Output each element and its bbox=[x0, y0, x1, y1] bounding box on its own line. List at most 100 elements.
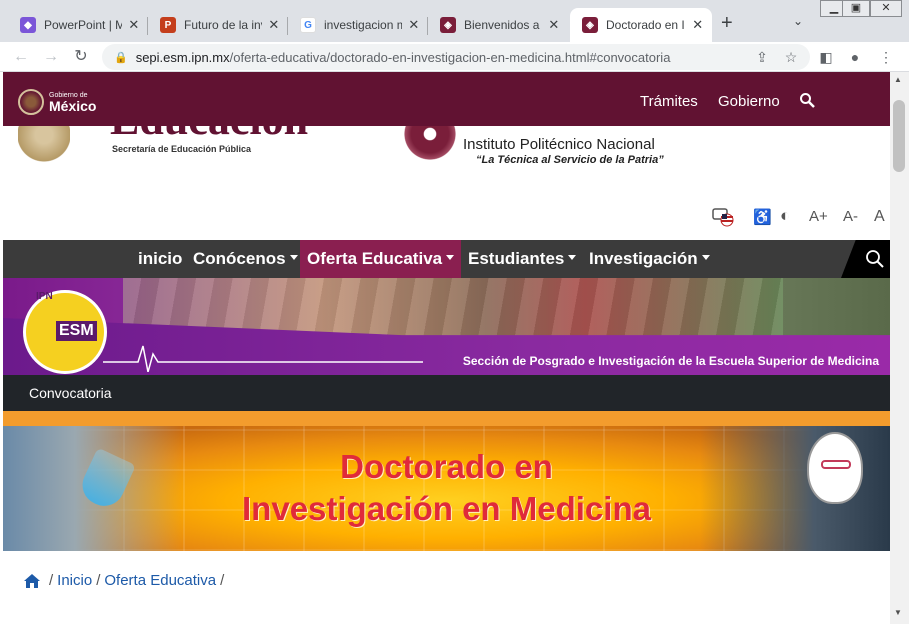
home-icon[interactable] bbox=[23, 573, 41, 589]
scrollbar-thumb[interactable] bbox=[893, 100, 905, 172]
tab-google[interactable]: G investigacion medicina ✕ bbox=[288, 8, 428, 42]
nav-label: Estudiantes bbox=[468, 249, 565, 268]
tab-title: PowerPoint | Microsoft 365 bbox=[44, 18, 122, 32]
forward-arrow-icon[interactable]: → bbox=[40, 46, 62, 68]
banner-text: Sección de Posgrado e Investigación de l… bbox=[462, 354, 879, 368]
scroll-up-icon[interactable]: ▲ bbox=[894, 75, 902, 84]
tab-sepi[interactable]: ◈ Bienvenidos a SEPI ✕ bbox=[428, 8, 568, 42]
esm-banner: IPN ESM Sección de Posgrado e Investigac… bbox=[3, 278, 890, 375]
close-tab-icon[interactable]: ✕ bbox=[691, 17, 704, 33]
hero-banner: Doctorado en Investigación en Medicina bbox=[3, 426, 890, 551]
caret-down-icon bbox=[289, 255, 298, 260]
scroll-down-icon[interactable]: ▼ bbox=[894, 608, 902, 617]
nav-label: Conócenos bbox=[193, 249, 286, 268]
font-decrease-button[interactable]: A- bbox=[843, 208, 858, 225]
ipn-icon: ◈ bbox=[440, 17, 456, 33]
bookmark-star-icon[interactable]: ☆ bbox=[781, 47, 801, 67]
tab-doctorado[interactable]: ◈ Doctorado en Investigación ✕ bbox=[570, 8, 712, 42]
powerpoint-icon: P bbox=[160, 17, 176, 33]
accessibility-icon[interactable]: ♿ bbox=[753, 208, 772, 226]
breadcrumb-separator: / bbox=[96, 572, 101, 589]
google-icon: G bbox=[300, 17, 316, 33]
nav-oferta-educativa[interactable]: Oferta Educativa bbox=[300, 240, 462, 278]
caret-down-icon bbox=[446, 255, 455, 260]
ipn-logo[interactable] bbox=[403, 126, 457, 166]
close-window-button[interactable]: ✕ bbox=[870, 0, 902, 17]
web-page: Gobierno de México Trámites Gobierno Edu… bbox=[3, 72, 890, 624]
edu-title[interactable]: Educación bbox=[110, 126, 308, 142]
tab-futuro[interactable]: P Futuro de la investigación ✕ bbox=[148, 8, 288, 42]
ipn-motto: “La Técnica al Servicio de la Patria” bbox=[476, 154, 664, 166]
breadcrumb-separator: / bbox=[49, 572, 54, 589]
breadcrumb-separator: / bbox=[220, 572, 225, 589]
tab-title: Bienvenidos a SEPI bbox=[464, 18, 542, 32]
edu-subtitle: Secretaría de Educación Pública bbox=[112, 144, 252, 154]
search-icon[interactable] bbox=[799, 92, 815, 108]
mascot-chatbot-button[interactable] bbox=[807, 432, 863, 504]
ecg-line-icon bbox=[103, 345, 423, 372]
nav-search-button[interactable] bbox=[841, 240, 890, 278]
close-tab-icon[interactable]: ✕ bbox=[128, 17, 140, 33]
browser-toolbar: ← → ↻ 🔒 sepi.esm.ipn.mx /oferta-educativ… bbox=[0, 42, 909, 72]
nav-conocenos[interactable]: Conócenos bbox=[186, 240, 305, 278]
gov-link-tramites[interactable]: Trámites bbox=[640, 93, 698, 110]
close-tab-icon[interactable]: ✕ bbox=[268, 17, 280, 33]
back-arrow-icon[interactable]: ← bbox=[10, 46, 32, 68]
tab-title: investigacion medicina bbox=[324, 18, 402, 32]
nav-label: Oferta Educativa bbox=[307, 249, 443, 268]
mexico-seal-icon bbox=[18, 89, 44, 115]
profile-avatar-icon[interactable]: ● bbox=[845, 47, 865, 67]
contrast-icon[interactable]: ◐ bbox=[780, 206, 790, 226]
nav-label: inicio bbox=[138, 249, 183, 268]
gobierno-mexico-logo[interactable]: Gobierno de México bbox=[18, 89, 96, 115]
section-title: Convocatoria bbox=[29, 385, 112, 401]
main-navbar: inicio Conócenos Oferta Educativa Estudi… bbox=[3, 240, 890, 278]
search-icon bbox=[866, 250, 884, 268]
menu-kebab-icon[interactable]: ⋮ bbox=[876, 47, 896, 67]
font-reset-button[interactable]: A bbox=[874, 208, 885, 226]
nav-investigacion[interactable]: Investigación bbox=[582, 240, 717, 278]
gov-link-gobierno[interactable]: Gobierno bbox=[718, 93, 780, 110]
esm-logo-ipn: IPN bbox=[36, 291, 53, 302]
tab-strip: ◆ PowerPoint | Microsoft 365 ✕ P Futuro … bbox=[0, 0, 909, 42]
tab-title: Doctorado en Investigación bbox=[606, 18, 685, 32]
header-logos: Educación Secretaría de Educación Públic… bbox=[3, 126, 890, 186]
share-icon[interactable]: ⇪ bbox=[752, 47, 772, 67]
nav-label: Investigación bbox=[589, 249, 698, 268]
tab-powerpoint[interactable]: ◆ PowerPoint | Microsoft 365 ✕ bbox=[8, 8, 148, 42]
edu-title-clip: Educación bbox=[3, 126, 333, 142]
close-tab-icon[interactable]: ✕ bbox=[408, 17, 420, 33]
url-domain: sepi.esm.ipn.mx bbox=[135, 49, 230, 65]
hero-lab-image bbox=[700, 426, 890, 551]
maximize-button[interactable]: ▣ bbox=[842, 0, 870, 17]
tab-search-chevron-icon[interactable]: ⌄ bbox=[793, 14, 803, 28]
breadcrumb-oferta[interactable]: Oferta Educativa bbox=[104, 572, 216, 589]
gov-header-bar: Gobierno de México Trámites Gobierno bbox=[3, 72, 890, 126]
glasses-icon bbox=[821, 460, 851, 469]
gov-logo-big: México bbox=[49, 97, 97, 114]
caret-down-icon bbox=[701, 255, 710, 260]
side-panel-icon[interactable]: ◧ bbox=[816, 47, 836, 67]
english-language-icon[interactable] bbox=[711, 207, 735, 227]
new-tab-button[interactable]: + bbox=[721, 12, 733, 35]
nav-estudiantes[interactable]: Estudiantes bbox=[461, 240, 583, 278]
ipn-name: Instituto Politécnico Nacional bbox=[463, 136, 655, 153]
hero-title-line2: Investigación en Medicina bbox=[242, 490, 651, 527]
section-bar: Convocatoria bbox=[3, 375, 890, 411]
hero-title-line1: Doctorado en bbox=[340, 448, 553, 485]
ipn-icon: ◈ bbox=[582, 17, 598, 33]
caret-down-icon bbox=[568, 255, 577, 260]
reload-icon[interactable]: ↻ bbox=[70, 46, 92, 68]
esm-logo[interactable]: IPN ESM bbox=[23, 290, 107, 374]
breadcrumb: / Inicio / Oferta Educativa / bbox=[23, 572, 228, 589]
microsoft-icon: ◆ bbox=[20, 17, 36, 33]
close-tab-icon[interactable]: ✕ bbox=[548, 17, 560, 33]
lock-icon: 🔒 bbox=[114, 51, 128, 64]
address-bar[interactable]: 🔒 sepi.esm.ipn.mx /oferta-educativa/doct… bbox=[102, 44, 810, 70]
orange-divider bbox=[3, 411, 890, 426]
breadcrumb-inicio[interactable]: Inicio bbox=[57, 572, 92, 589]
url-path: /oferta-educativa/doctorado-en-investiga… bbox=[229, 49, 671, 65]
font-increase-button[interactable]: A+ bbox=[809, 208, 828, 225]
tab-title: Futuro de la investigación bbox=[184, 18, 262, 32]
nav-inicio[interactable]: inicio bbox=[131, 240, 189, 278]
